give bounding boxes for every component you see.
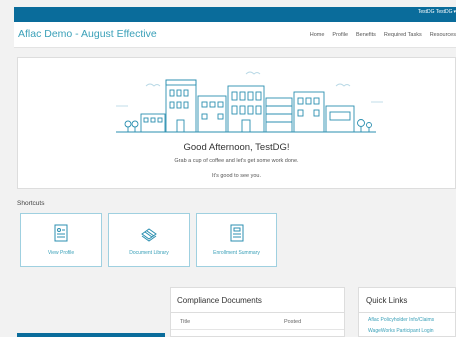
greeting-subtext: Grab a cup of coffee and let's get some … [174,158,299,164]
column-header-posted[interactable]: Posted [284,319,301,325]
greeting-heading: Good Afternoon, TestDG! [183,142,290,153]
shortcut-label: Document Library [129,250,169,256]
greeting-note: It's good to see you. [211,173,262,179]
shortcuts-heading: Shortcuts [17,200,45,207]
nav-required-tasks[interactable]: Required Tasks [384,32,422,38]
quick-link-aflac-claims[interactable]: Aflac Policyholder Info/Claims [368,317,434,323]
city-skyline-illustration [116,71,383,133]
user-menu[interactable]: TestDG TestDG▾ [418,9,456,15]
user-name: TestDG TestDG [417,9,453,15]
column-header-title[interactable]: Title [180,319,190,325]
stacked-documents-icon [141,228,157,242]
divider [359,312,455,313]
nav-resources[interactable]: Resources [430,32,456,38]
quick-links-title: Quick Links [366,296,408,305]
quick-link-wageworks[interactable]: WageWorks Participant Login [368,328,434,334]
quick-links-panel: Quick Links Aflac Policyholder Info/Clai… [358,287,456,337]
site-title[interactable]: Aflac Demo - August Effective [18,28,157,40]
divider [171,329,344,330]
welcome-panel: Good Afternoon, TestDG! Grab a cup of co… [17,57,456,189]
top-bar: TestDG TestDG▾ [14,7,456,22]
main-nav: Home Profile Benefits Required Tasks Res… [302,32,456,38]
profile-document-icon [54,224,68,242]
shortcut-view-profile[interactable]: View Profile [20,213,102,267]
divider [171,312,344,313]
shortcut-enrollment-summary[interactable]: Enrollment Summary [196,213,277,267]
compliance-documents-panel: Compliance Documents Title Posted [170,287,345,337]
nav-home[interactable]: Home [310,32,325,38]
nav-profile[interactable]: Profile [332,32,348,38]
shortcut-document-library[interactable]: Document Library [108,213,190,267]
summary-document-icon [230,224,243,242]
header: Aflac Demo - August Effective Home Profi… [14,22,456,48]
panel-header-strip [17,333,165,337]
nav-benefits[interactable]: Benefits [356,32,376,38]
shortcut-label: View Profile [47,250,75,256]
compliance-title: Compliance Documents [177,296,262,305]
shortcut-label: Enrollment Summary [213,250,260,256]
